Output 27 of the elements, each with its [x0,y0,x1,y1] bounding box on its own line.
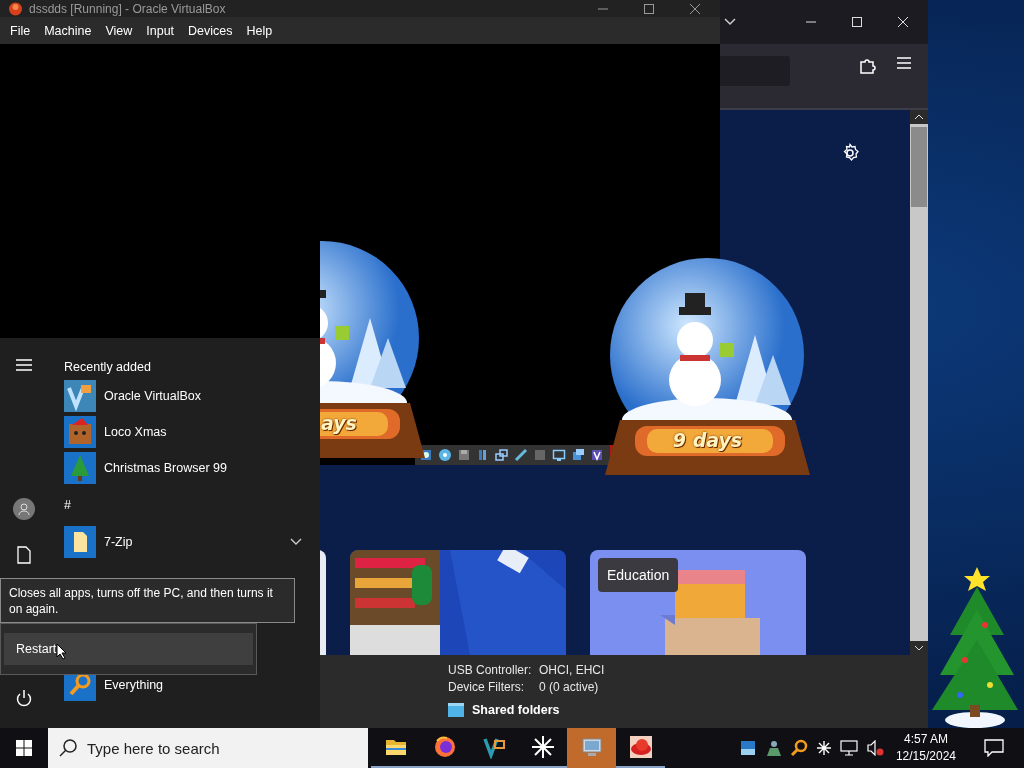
search-field[interactable]: Type here to search [48,728,368,768]
app-list-item[interactable]: 7-Zip [64,524,320,560]
clock[interactable]: 4:57 AM 12/15/2024 [895,731,956,765]
detail-label: Device Filters: [448,680,525,694]
category-label: Education [598,558,679,592]
menu-item[interactable]: Input [140,21,181,40]
detail-label: USB Controller: [448,663,533,677]
window-title: dssdds [Running] - Oracle VirtualBox [29,1,227,16]
menu-item[interactable]: Help [240,21,279,40]
group-header[interactable]: Recently added [64,360,151,374]
app-list-item[interactable]: Christmas Browser 99 [64,450,320,486]
app-list-item[interactable]: Oracle VirtualBox [64,378,320,414]
time-text: 4:57 AM [903,731,948,748]
menu-item[interactable]: View [99,21,139,40]
menu-item[interactable]: File [4,21,37,40]
menu-item[interactable]: Devices [182,21,239,40]
menu-item[interactable]: Machine [38,21,98,40]
countdown-label: ays [321,412,357,434]
section-title[interactable]: Shared folders [472,703,560,717]
detail-value: 0 (0 active) [539,680,600,694]
group-header[interactable]: # [64,498,71,512]
date-text: 12/15/2024 [895,748,956,765]
detail-value: OHCI, EHCI [539,663,606,677]
menu-item[interactable]: Restart [4,633,253,665]
countdown-label: 9 days [671,429,744,451]
tooltip: Closes all apps, turns off the PC, and then turns it on again. [0,578,295,623]
app-list-item[interactable]: Loco Xmas [64,414,320,450]
